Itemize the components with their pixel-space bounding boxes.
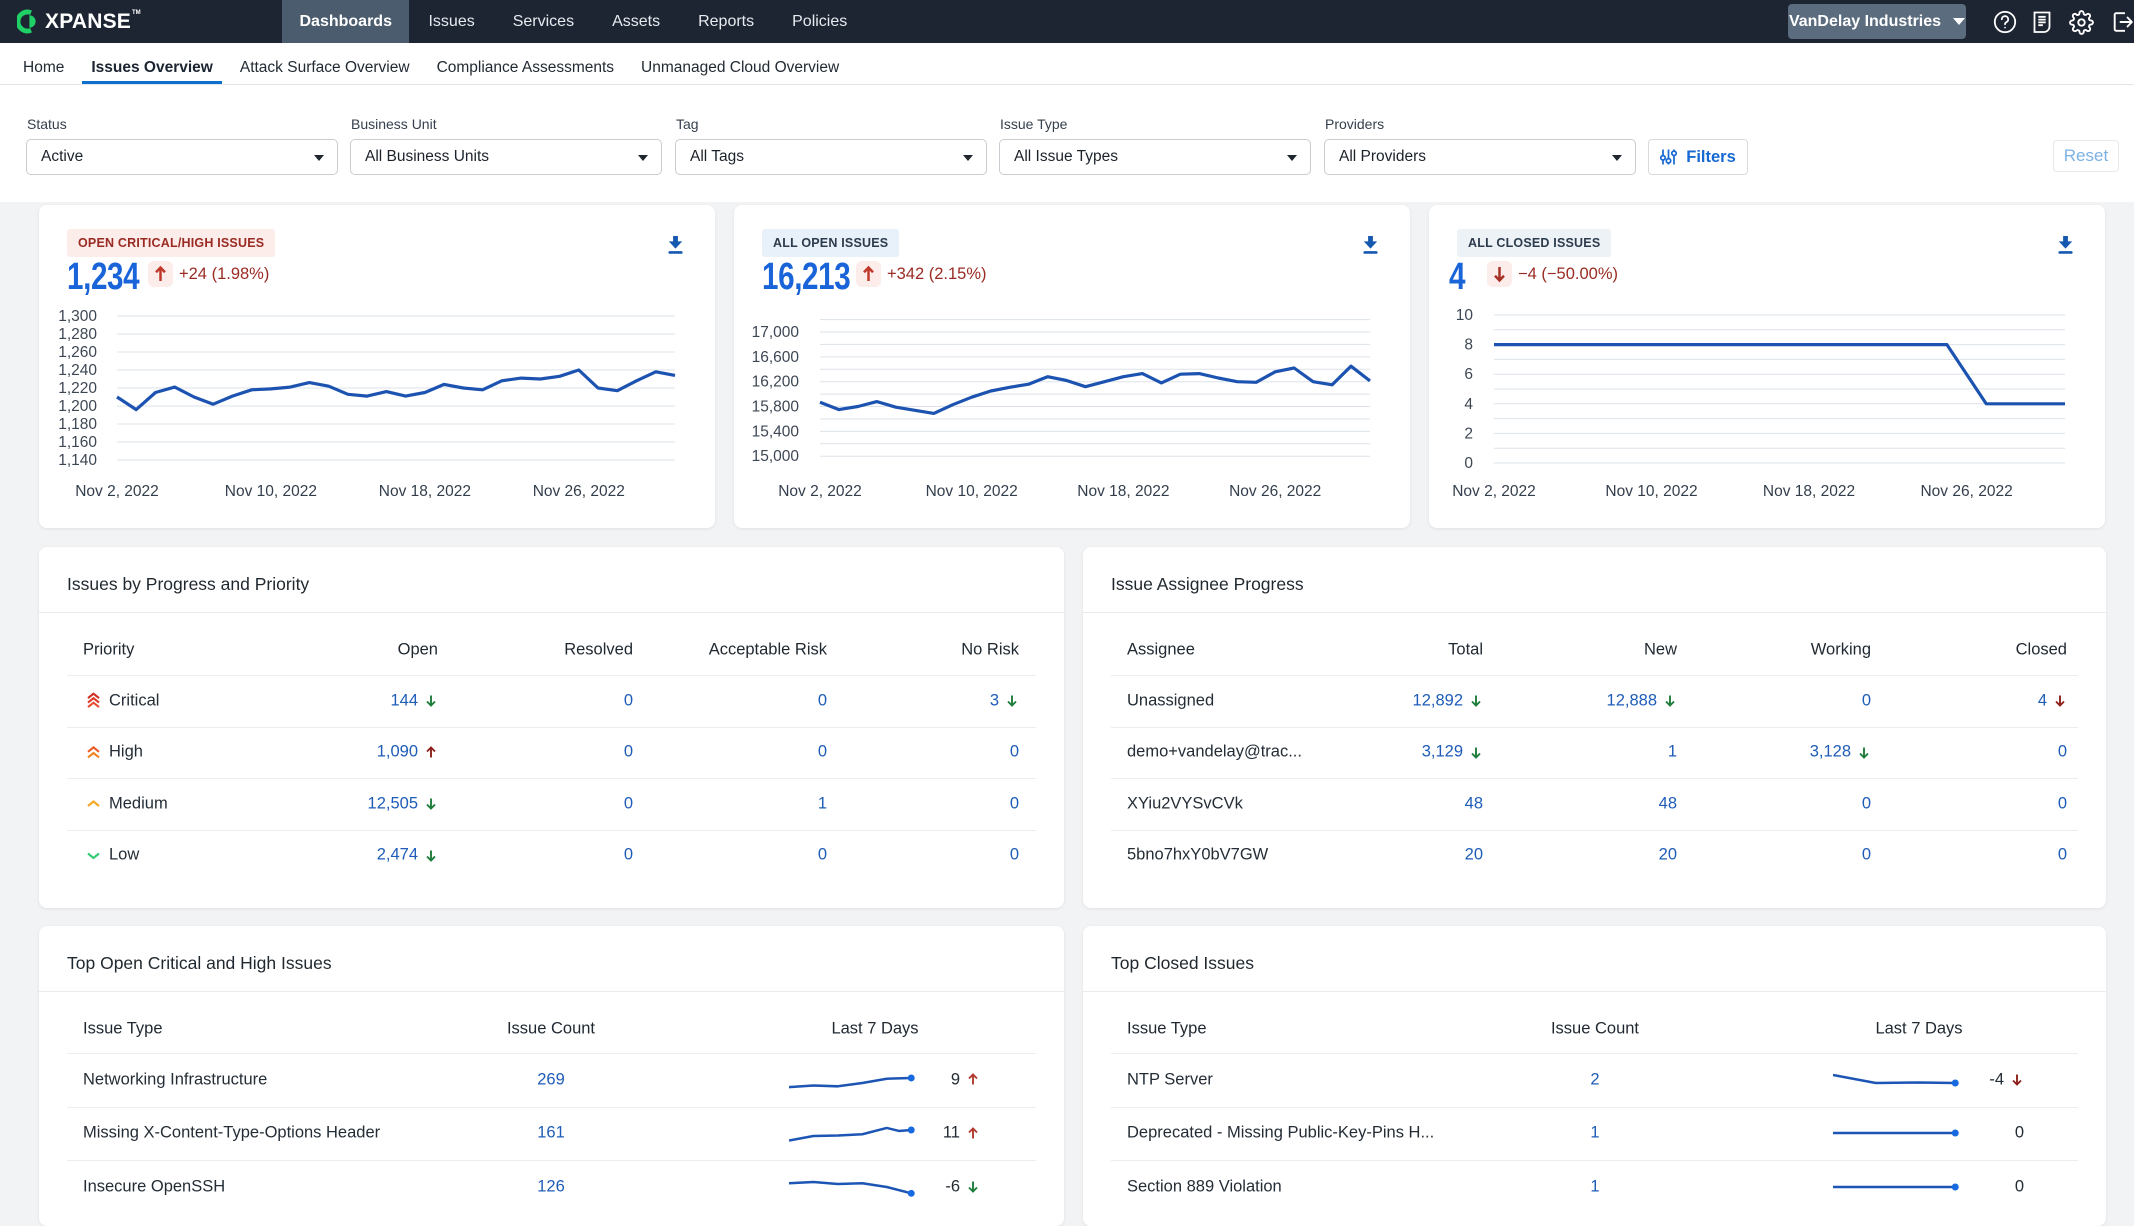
svg-text:0: 0 xyxy=(1464,455,1473,472)
svg-text:Nov 10, 2022: Nov 10, 2022 xyxy=(926,483,1018,500)
svg-text:Nov 18, 2022: Nov 18, 2022 xyxy=(1077,483,1169,500)
svg-text:Nov 2, 2022: Nov 2, 2022 xyxy=(778,483,862,500)
svg-text:Nov 18, 2022: Nov 18, 2022 xyxy=(379,483,471,500)
svg-text:2: 2 xyxy=(1464,425,1473,442)
svg-text:1,240: 1,240 xyxy=(58,362,97,379)
svg-text:15,400: 15,400 xyxy=(752,423,800,440)
svg-text:Nov 26, 2022: Nov 26, 2022 xyxy=(533,483,625,500)
svg-text:15,000: 15,000 xyxy=(752,448,800,465)
svg-text:1,260: 1,260 xyxy=(58,344,97,361)
svg-text:Nov 2, 2022: Nov 2, 2022 xyxy=(75,483,159,500)
svg-text:Nov 26, 2022: Nov 26, 2022 xyxy=(1229,483,1321,500)
svg-text:16,200: 16,200 xyxy=(752,374,800,391)
svg-text:1,220: 1,220 xyxy=(58,380,97,397)
svg-text:1,300: 1,300 xyxy=(58,308,97,325)
svg-text:1,280: 1,280 xyxy=(58,326,97,343)
svg-text:Nov 2, 2022: Nov 2, 2022 xyxy=(1452,483,1536,500)
svg-text:Nov 18, 2022: Nov 18, 2022 xyxy=(1763,483,1855,500)
svg-text:4: 4 xyxy=(1464,396,1473,413)
svg-text:16,600: 16,600 xyxy=(752,349,800,366)
svg-text:17,000: 17,000 xyxy=(752,324,800,341)
svg-text:8: 8 xyxy=(1464,337,1473,354)
svg-text:15,800: 15,800 xyxy=(752,399,800,416)
svg-text:Nov 10, 2022: Nov 10, 2022 xyxy=(225,483,317,500)
svg-text:Nov 10, 2022: Nov 10, 2022 xyxy=(1605,483,1697,500)
svg-text:1,160: 1,160 xyxy=(58,434,97,451)
svg-text:Nov 26, 2022: Nov 26, 2022 xyxy=(1920,483,2012,500)
svg-text:1,180: 1,180 xyxy=(58,416,97,433)
svg-text:1,200: 1,200 xyxy=(58,398,97,415)
svg-text:6: 6 xyxy=(1464,366,1473,383)
svg-text:1,140: 1,140 xyxy=(58,452,97,469)
svg-text:10: 10 xyxy=(1456,307,1474,324)
